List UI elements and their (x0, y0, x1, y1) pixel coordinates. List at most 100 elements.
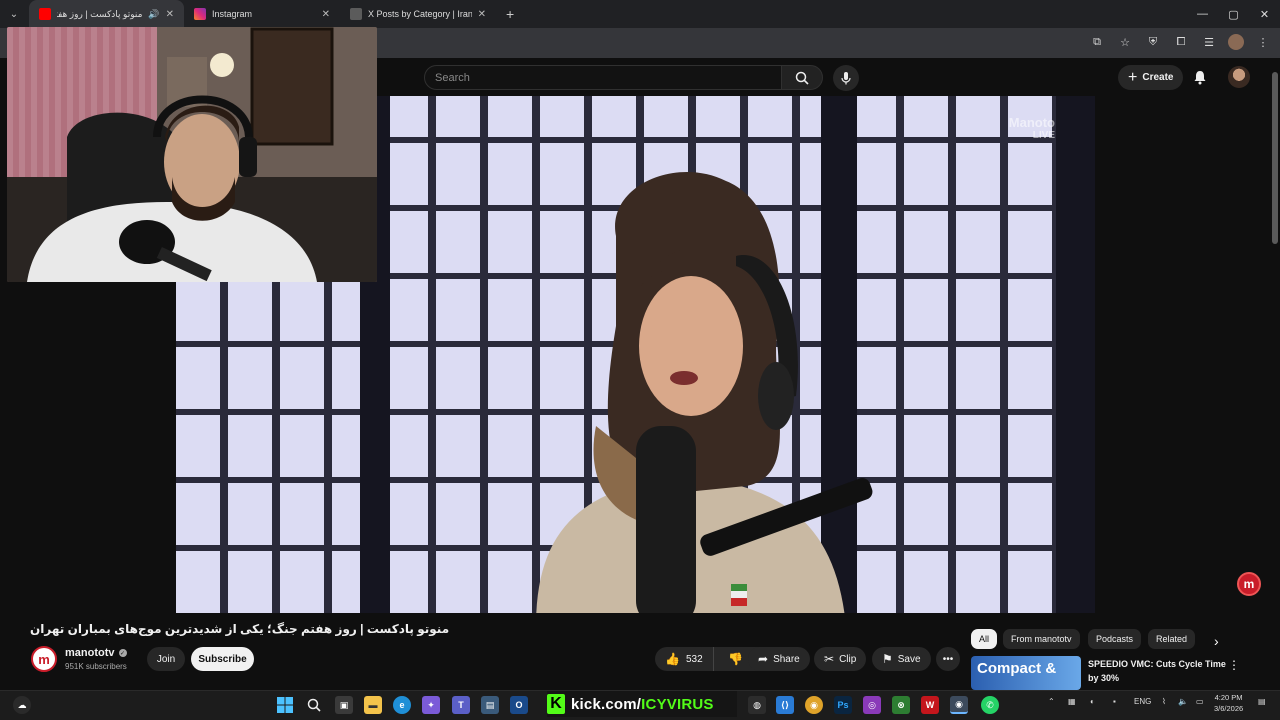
taskbar-search-icon[interactable] (305, 696, 323, 714)
profile-avatar[interactable] (1228, 34, 1244, 50)
wifi-icon[interactable]: ⌇ (1162, 697, 1166, 706)
store-icon[interactable]: ▤ (481, 696, 499, 714)
new-tab-button[interactable]: + (506, 6, 514, 22)
channel-watermark: Manoto LIVE (1008, 115, 1055, 141)
close-tab-icon[interactable]: ✕ (478, 9, 486, 20)
app-icon[interactable]: ◍ (748, 696, 766, 714)
channel-avatar[interactable]: m (31, 646, 57, 672)
floating-channel-badge[interactable]: m (1237, 572, 1261, 596)
task-view-icon[interactable]: ▣ (335, 696, 353, 714)
more-actions-button[interactable]: ••• (936, 647, 960, 671)
chip-all[interactable]: All (971, 629, 998, 649)
tab-title: منوتو پادکست | روز هفتم جنگ (57, 8, 143, 19)
verified-check-icon: ✓ (118, 649, 127, 657)
notifications-button[interactable] (1190, 67, 1210, 87)
thumbnail-text: Compact & (977, 660, 1057, 677)
subscribe-button[interactable]: Subscribe (191, 647, 254, 671)
windows-logo-icon (277, 697, 293, 713)
tray-app-icon[interactable]: ▪ (1113, 697, 1116, 706)
watermark-logo-text: Manoto (1008, 115, 1055, 130)
xbox-icon[interactable]: ⊗ (892, 696, 910, 714)
video-title: منوتو پادکست | روز هفتم جنگ؛ یکی از شدید… (30, 622, 450, 636)
recommended-title[interactable]: SPEEDIO VMC: Cuts Cycle Time by 30% (1088, 658, 1228, 685)
vscode-icon[interactable]: ⟨⟩ (776, 696, 794, 714)
maximize-icon[interactable]: ▢ (1218, 0, 1249, 28)
close-window-icon[interactable]: ✕ (1249, 0, 1280, 28)
scissors-icon: ✂ (824, 652, 835, 666)
create-label: Create (1142, 72, 1174, 83)
save-label: Save (897, 653, 921, 665)
subscriber-count: 951K subscribers (65, 662, 127, 671)
kick-stream-url-overlay: K kick.com/ICYVIRUS (547, 691, 737, 717)
webcam-overlay (7, 27, 377, 282)
install-app-icon[interactable]: ⧉ (1088, 33, 1106, 51)
tray-app-icon[interactable]: ▦ (1068, 697, 1076, 706)
voice-search-button[interactable] (833, 65, 859, 91)
microphone-icon (841, 72, 851, 85)
volume-icon[interactable]: 🔈 (1178, 697, 1188, 706)
outlook-icon[interactable]: O (510, 696, 528, 714)
tab-instagram[interactable]: Instagram ✕ (184, 0, 340, 28)
shield-icon[interactable]: ⛨ (1144, 33, 1162, 51)
like-count: 532 (685, 653, 703, 665)
copilot-icon[interactable]: ✦ (422, 696, 440, 714)
windows-start-icon[interactable] (276, 696, 294, 714)
clip-button[interactable]: ✂ Clip (814, 647, 867, 671)
search-button[interactable] (781, 65, 823, 90)
language-indicator[interactable]: ENG (1134, 697, 1151, 706)
x-favicon-icon (350, 8, 362, 20)
extensions-icon[interactable]: ⧠ (1172, 33, 1190, 51)
scrollbar-thumb[interactable] (1272, 72, 1278, 244)
instagram-app-icon[interactable]: ◎ (863, 696, 881, 714)
thumbs-up-icon: 👍 (665, 652, 680, 666)
tray-overflow-icon[interactable]: ⌃ (1048, 697, 1055, 706)
share-button[interactable]: ➦ Share (748, 647, 810, 671)
chrome-icon[interactable]: ◉ (805, 696, 823, 714)
join-button[interactable]: Join (147, 647, 185, 671)
like-button[interactable]: 👍 532 (655, 647, 714, 671)
save-button[interactable]: ⚑ Save (872, 647, 931, 671)
clock-time: 4:20 PM (1214, 693, 1243, 702)
search-input[interactable]: Search (424, 65, 782, 90)
tab-title: Instagram (212, 9, 253, 19)
file-explorer-icon[interactable]: ▬ (364, 696, 382, 714)
notification-center-icon[interactable]: ▤ (1258, 697, 1266, 706)
chip-related[interactable]: Related (1148, 629, 1196, 649)
kebab-menu-icon[interactable]: ⋮ (1228, 658, 1240, 672)
edge-browser-icon[interactable]: e (393, 696, 411, 714)
close-tab-icon[interactable]: ✕ (322, 9, 330, 20)
bookmark-icon: ⚑ (882, 652, 893, 666)
tab-youtube[interactable]: منوتو پادکست | روز هفتم جنگ 🔊 ✕ (29, 0, 184, 28)
browser-menu-icon[interactable]: ⋮ (1254, 33, 1272, 51)
whatsapp-icon[interactable]: ✆ (981, 696, 999, 714)
create-button[interactable]: + Create (1118, 65, 1184, 90)
chip-podcasts[interactable]: Podcasts (1088, 629, 1142, 649)
close-tab-icon[interactable]: ✕ (166, 9, 174, 20)
wps-office-icon[interactable]: W (921, 696, 939, 714)
plus-icon: + (1128, 68, 1138, 86)
weather-widget-icon[interactable]: ☁ (13, 696, 31, 714)
chrome-active-icon[interactable]: ◉ (950, 696, 968, 714)
tab-x-posts[interactable]: X Posts by Category | Iran Moni ✕ (340, 0, 496, 28)
clip-label: Clip (839, 653, 857, 665)
tab-search-button[interactable]: ⌄ (3, 3, 25, 25)
recommended-thumbnail[interactable]: Compact & (971, 656, 1081, 690)
chip-from-channel[interactable]: From manototv (1003, 629, 1080, 649)
battery-icon[interactable]: ▭ (1196, 697, 1204, 706)
minimize-icon[interactable]: — (1187, 0, 1218, 28)
kick-logo-icon: K (547, 694, 565, 714)
system-clock[interactable]: 4:20 PM 3/6/2026 (1214, 693, 1243, 714)
kick-url-prefix: kick.com/ (571, 695, 642, 713)
account-avatar[interactable] (1228, 66, 1250, 88)
screen: ⌄ منوتو پادکست | روز هفتم جنگ 🔊 ✕ Instag… (0, 0, 1280, 720)
more-horizontal-icon: ••• (942, 653, 954, 665)
tray-app-icon[interactable]: ◐ (1090, 697, 1095, 706)
reading-list-icon[interactable]: ☰ (1200, 33, 1218, 51)
teams-icon[interactable]: T (452, 696, 470, 714)
chevron-right-icon[interactable]: › (1214, 633, 1219, 649)
bookmark-star-icon[interactable]: ☆ (1116, 33, 1134, 51)
kick-url-text: kick.com/ICYVIRUS (571, 696, 714, 713)
channel-name[interactable]: manototv ✓ (65, 647, 127, 659)
speaker-icon[interactable]: 🔊 (148, 9, 159, 20)
photoshop-icon[interactable]: Ps (834, 696, 852, 714)
